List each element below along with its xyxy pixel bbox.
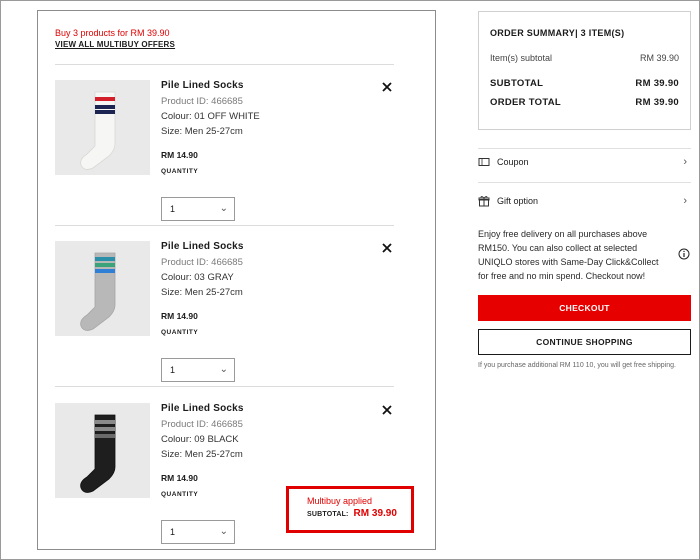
quantity-label: QUANTITY (161, 329, 199, 336)
item-details: Pile Lined Socks Product ID: 466685 Colo… (161, 403, 361, 498)
chevron-down-icon: ⌄ (219, 203, 228, 214)
product-image[interactable] (55, 80, 150, 175)
item-size: Size: Men 25-27cm (161, 126, 243, 137)
continue-shopping-button[interactable]: CONTINUE SHOPPING (478, 329, 691, 355)
subtotal-label: SUBTOTAL (490, 78, 544, 89)
item-colour: Colour: 03 GRAY (161, 272, 234, 283)
item-size: Size: Men 25-27cm (161, 287, 243, 298)
product-image[interactable] (55, 403, 150, 498)
multibuy-subtotal: SUBTOTAL: RM 39.90 (307, 508, 411, 519)
order-total-label: ORDER TOTAL (490, 97, 562, 108)
subtotal-value: RM 39.90 (635, 78, 679, 89)
coupon-label: Coupon (497, 157, 529, 167)
close-icon[interactable] (380, 80, 394, 94)
promo-text: Buy 3 products for RM 39.90 (55, 28, 170, 38)
quantity-select[interactable]: 1 ⌄ (161, 520, 235, 544)
order-summary-title: ORDER SUMMARY| 3 ITEM(S) (490, 28, 625, 38)
multibuy-subtotal-value: RM 39.90 (353, 508, 397, 519)
product-image[interactable] (55, 241, 150, 336)
cart-item: Pile Lined Socks Product ID: 466685 Colo… (55, 80, 394, 240)
free-shipping-note: If you purchase additional RM 110 10, yo… (478, 362, 676, 369)
cart-item: Pile Lined Socks Product ID: 466685 Colo… (55, 403, 394, 560)
quantity-select[interactable]: 1 ⌄ (161, 358, 235, 382)
checkout-button[interactable]: CHECKOUT (478, 295, 691, 321)
item-colour: Colour: 01 OFF WHITE (161, 111, 260, 122)
item-name[interactable]: Pile Lined Socks (161, 80, 361, 96)
order-total-row: ORDER TOTAL RM 39.90 (490, 97, 679, 108)
cart-item: Pile Lined Socks Product ID: 466685 Colo… (55, 241, 394, 401)
item-product-id: Product ID: 466685 (161, 96, 243, 107)
chevron-right-icon: › (683, 195, 687, 207)
quantity-value: 1 (170, 204, 176, 214)
subtotal-row: SUBTOTAL RM 39.90 (490, 78, 679, 89)
multibuy-promo: Buy 3 products for RM 39.90 VIEW ALL MUL… (55, 28, 175, 49)
item-details: Pile Lined Socks Product ID: 466685 Colo… (161, 241, 361, 336)
quantity-value: 1 (170, 365, 176, 375)
chevron-down-icon: ⌄ (219, 526, 228, 537)
item-size: Size: Men 25-27cm (161, 449, 243, 460)
item-product-id: Product ID: 466685 (161, 257, 243, 268)
item-product-id: Product ID: 466685 (161, 419, 243, 430)
item-details: Pile Lined Socks Product ID: 466685 Colo… (161, 80, 361, 175)
multibuy-applied-box: Multibuy applied SUBTOTAL: RM 39.90 (286, 486, 414, 533)
gift-option[interactable]: Gift option › (478, 188, 691, 214)
info-icon[interactable] (678, 248, 690, 260)
divider (55, 64, 394, 65)
chevron-right-icon: › (683, 156, 687, 168)
cart-panel: Buy 3 products for RM 39.90 VIEW ALL MUL… (37, 10, 436, 550)
item-name[interactable]: Pile Lined Socks (161, 241, 361, 257)
delivery-info-text: Enjoy free delivery on all purchases abo… (478, 229, 659, 281)
items-subtotal-value: RM 39.90 (639, 53, 679, 63)
order-total-value: RM 39.90 (635, 97, 679, 108)
multibuy-subtotal-label: SUBTOTAL: (307, 511, 349, 518)
view-multibuy-offers-link[interactable]: VIEW ALL MULTIBUY OFFERS (55, 40, 175, 49)
coupon-option[interactable]: Coupon › (478, 149, 691, 175)
quantity-select[interactable]: 1 ⌄ (161, 197, 235, 221)
quantity-value: 1 (170, 527, 176, 537)
gift-option-label: Gift option (497, 196, 539, 206)
close-icon[interactable] (380, 403, 394, 417)
divider (55, 386, 394, 387)
multibuy-applied-text: Multibuy applied (307, 496, 373, 506)
order-summary: ORDER SUMMARY| 3 ITEM(S) Item(s) subtota… (478, 11, 691, 130)
chevron-down-icon: ⌄ (219, 364, 228, 375)
coupon-icon (478, 158, 490, 166)
item-price: RM 14.90 (161, 150, 198, 160)
item-name[interactable]: Pile Lined Socks (161, 403, 361, 419)
item-colour: Colour: 09 BLACK (161, 434, 239, 445)
item-price: RM 14.90 (161, 311, 198, 321)
items-subtotal-row: Item(s) subtotal RM 39.90 (490, 53, 679, 63)
gift-icon (478, 195, 490, 207)
divider (55, 225, 394, 226)
quantity-label: QUANTITY (161, 168, 199, 175)
items-subtotal-label: Item(s) subtotal (490, 53, 553, 63)
close-icon[interactable] (380, 241, 394, 255)
divider (478, 182, 691, 183)
